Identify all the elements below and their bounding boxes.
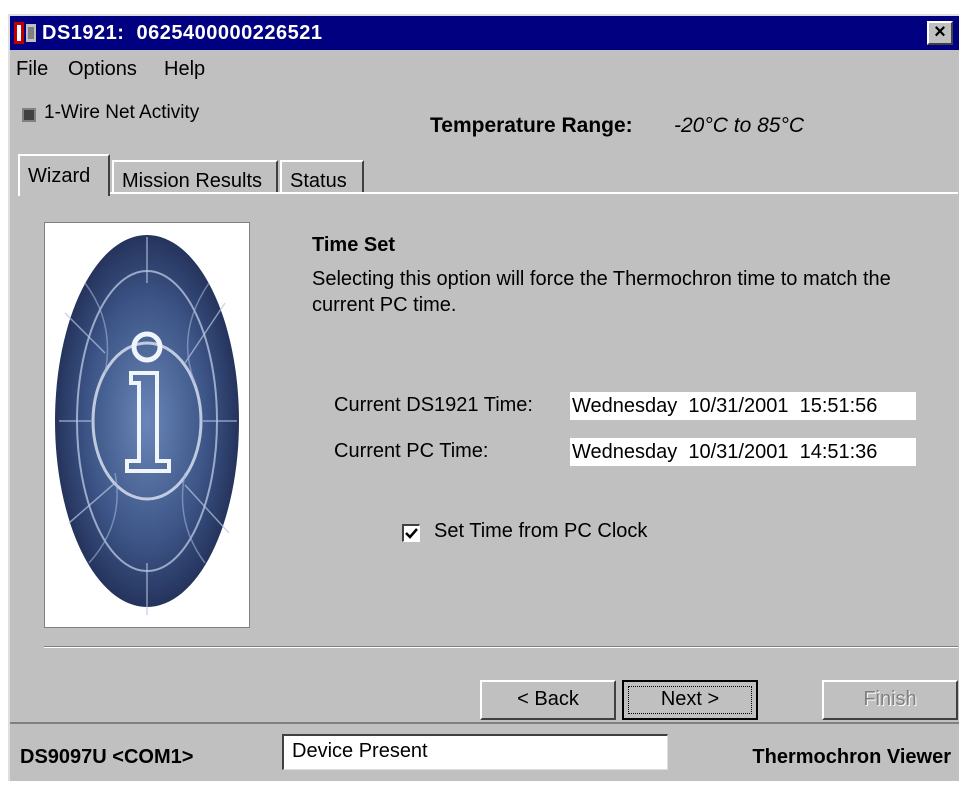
activity-label: 1-Wire Net Activity: [44, 102, 200, 123]
next-button[interactable]: Next >: [622, 680, 758, 720]
device-time-label: Current DS1921 Time:: [334, 394, 533, 416]
close-icon: ×: [934, 21, 946, 43]
app-icon[interactable]: [14, 22, 38, 44]
wizard-panel: Time Set Selecting this option will forc…: [18, 192, 958, 720]
temperature-range-value: -20°C to 85°C: [674, 114, 805, 137]
adapter-status: DS9097U <COM1>: [20, 746, 194, 768]
temperature-range-label: Temperature Range:: [430, 114, 633, 137]
checkmark-icon: [405, 528, 418, 539]
set-time-checkbox[interactable]: [402, 524, 420, 542]
section-title: Time Set: [312, 234, 395, 256]
title-bar[interactable]: DS1921: 0625400000226521 ×: [10, 16, 959, 50]
close-button[interactable]: ×: [927, 21, 953, 45]
activity-indicator-icon: [22, 108, 36, 122]
menu-bar: File Options Help: [10, 52, 959, 86]
tab-mission-results[interactable]: Mission Results: [112, 160, 278, 194]
info-row: 1-Wire Net Activity Temperature Range: -…: [10, 90, 959, 140]
focus-rect: [628, 686, 752, 714]
finish-button[interactable]: Finish: [822, 680, 958, 720]
device-status-field: Device Present: [282, 734, 668, 770]
back-button[interactable]: < Back: [480, 680, 616, 720]
ibutton-logo-image: [44, 222, 250, 628]
pc-time-label: Current PC Time:: [334, 440, 489, 462]
menu-file[interactable]: File: [16, 58, 48, 81]
device-time-value: Wednesday 10/31/2001 15:51:56: [570, 392, 916, 420]
status-bar: DS9097U <COM1> Device Present Thermochro…: [10, 722, 959, 785]
menu-options[interactable]: Options: [68, 58, 137, 81]
section-description: Selecting this option will force the The…: [312, 268, 891, 316]
button-divider: [44, 646, 958, 648]
set-time-checkbox-label[interactable]: Set Time from PC Clock: [434, 520, 647, 543]
menu-help[interactable]: Help: [164, 58, 205, 81]
window-title: DS1921: 0625400000226521: [42, 22, 323, 44]
app-name-label: Thermochron Viewer: [752, 746, 951, 768]
tab-status[interactable]: Status: [280, 160, 364, 194]
app-window: DS1921: 0625400000226521 × File Options …: [8, 14, 959, 781]
tab-wizard[interactable]: Wizard: [18, 154, 110, 196]
pc-time-value: Wednesday 10/31/2001 14:51:36: [570, 438, 916, 466]
